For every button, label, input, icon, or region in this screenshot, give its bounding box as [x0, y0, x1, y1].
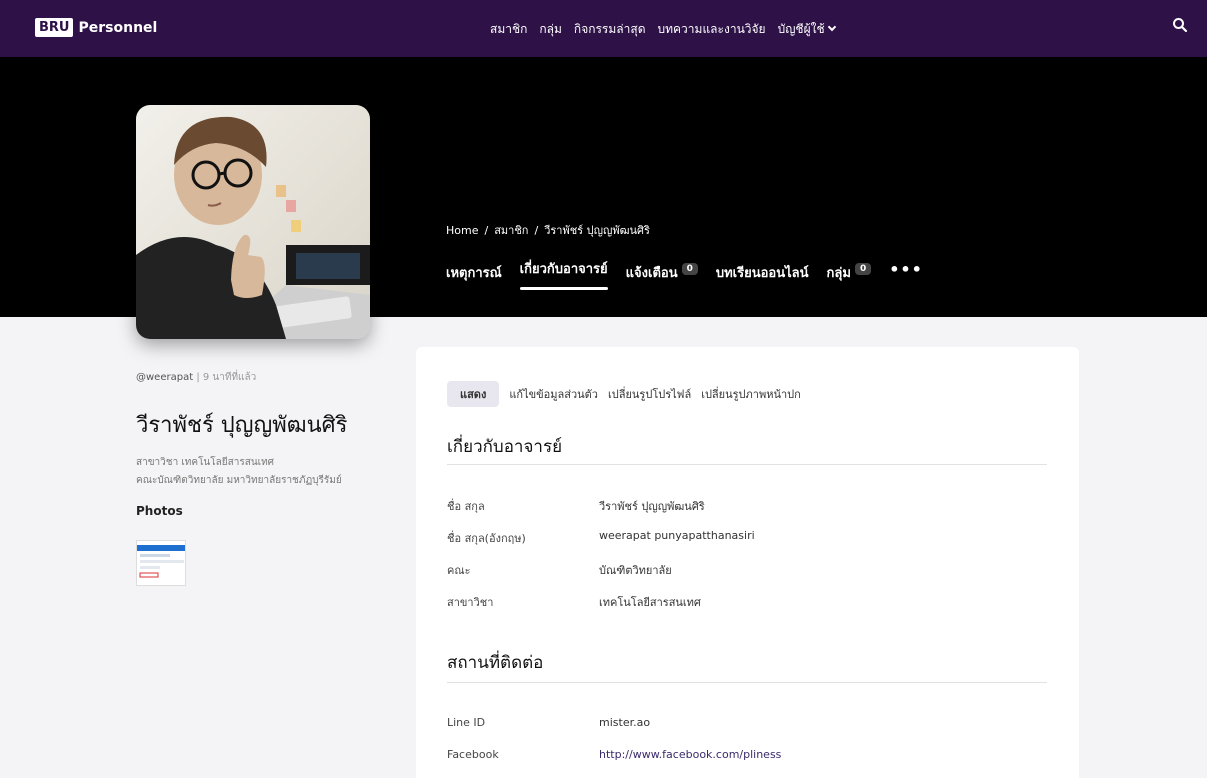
tab-groups[interactable]: กลุ่ม 0	[827, 262, 872, 283]
info-label: สาขาวิชา	[447, 596, 494, 609]
group-badge: 0	[854, 262, 872, 275]
tab-notifications[interactable]: แจ้งเตือน 0	[626, 262, 698, 283]
breadcrumb-separator: /	[484, 224, 489, 237]
brand-text: Personnel	[78, 19, 158, 36]
tab-label: บทเรียนออนไลน์	[715, 265, 809, 281]
photo-thumbnail-image	[137, 541, 185, 585]
breadcrumb-separator: /	[534, 224, 539, 237]
more-icon[interactable]: •••	[889, 260, 923, 279]
about-heading: เกี่ยวกับอาจารย์	[447, 437, 563, 457]
tab-events[interactable]: เหตุการณ์	[446, 262, 502, 283]
subtab-change-avatar[interactable]: เปลี่ยนรูปโปรไฟล์	[608, 385, 691, 403]
profile-name: วีราพัชร์ ปุญญพัฒนศิริ	[136, 413, 348, 438]
avatar-photo	[136, 105, 370, 339]
contact-heading: สถานที่ติดต่อ	[447, 653, 544, 673]
info-value: weerapat punyapatthanasiri	[599, 529, 755, 542]
username: @weerapat	[136, 372, 194, 383]
tab-label: เกี่ยวกับอาจารย์	[519, 262, 608, 277]
breadcrumb: Home / สมาชิก / วีราพัชร์ ปุญญพัฒนศิริ	[446, 221, 650, 239]
info-value: บัณฑิตวิทยาลัย	[599, 564, 672, 577]
photos-heading: Photos	[136, 504, 183, 518]
contact-label: Facebook	[447, 748, 499, 761]
breadcrumb-home[interactable]: Home	[446, 224, 478, 237]
main-nav: สมาชิก กลุ่ม กิจกรรมล่าสุด บทความและงานว…	[490, 20, 836, 39]
nav-account-label: บัญชีผู้ใช้	[777, 22, 825, 36]
about-subtabs: แสดง แก้ไขข้อมูลส่วนตัว เปลี่ยนรูปโปรไฟล…	[447, 381, 801, 407]
profile-major: สาขาวิชา เทคโนโลยีสารสนเทศ	[136, 457, 275, 468]
brand-box: BRU	[35, 18, 74, 37]
tab-label: แจ้งเตือน	[625, 265, 678, 281]
contact-row-facebook: Facebook http://www.facebook.com/pliness	[447, 748, 781, 761]
profile-tabs: เหตุการณ์ เกี่ยวกับอาจารย์ แจ้งเตือน 0 บท…	[446, 258, 923, 290]
subtab-view[interactable]: แสดง	[447, 381, 500, 407]
tab-about[interactable]: เกี่ยวกับอาจารย์	[519, 258, 608, 290]
nav-activity[interactable]: กิจกรรมล่าสุด	[574, 20, 646, 39]
contact-label: Line ID	[447, 716, 486, 729]
info-row-major: สาขาวิชา เทคโนโลยีสารสนเทศ	[447, 593, 701, 611]
last-active: 9 นาทีที่แล้ว	[202, 372, 257, 383]
info-row-name: ชื่อ สกุล วีราพัชร์ ปุญญพัฒนศิริ	[447, 497, 705, 515]
info-value: วีราพัชร์ ปุญญพัฒนศิริ	[599, 500, 705, 513]
tab-label: เหตุการณ์	[446, 265, 502, 281]
profile-sidebar: @weerapat | 9 นาทีที่แล้ว วีราพัชร์ ปุญญ…	[136, 370, 396, 586]
contact-value: mister.ao	[599, 716, 651, 729]
about-card: แสดง แก้ไขข้อมูลส่วนตัว เปลี่ยนรูปโปรไฟล…	[416, 347, 1079, 778]
profile-meta: @weerapat | 9 นาทีที่แล้ว	[136, 370, 396, 385]
info-row-faculty: คณะ บัณฑิตวิทยาลัย	[447, 561, 672, 579]
top-navbar: BRU Personnel สมาชิก กลุ่ม กิจกรรมล่าสุด…	[0, 0, 1207, 57]
subtab-change-cover[interactable]: เปลี่ยนรูปภาพหน้าปก	[701, 385, 801, 403]
subtab-edit-profile[interactable]: แก้ไขข้อมูลส่วนตัว	[509, 385, 598, 403]
contact-row-line: Line ID mister.ao	[447, 716, 650, 729]
photo-thumbnail[interactable]	[136, 540, 186, 586]
info-label: คณะ	[447, 564, 471, 577]
profile-faculty: คณะบัณฑิตวิทยาลัย มหาวิทยาลัยราชภัฏบุรีร…	[136, 475, 342, 486]
brand-logo[interactable]: BRU Personnel	[35, 18, 157, 37]
search-icon[interactable]	[1172, 17, 1188, 33]
tab-label: กลุ่ม	[826, 265, 851, 281]
breadcrumb-current: วีราพัชร์ ปุญญพัฒนศิริ	[544, 224, 650, 237]
notification-badge: 0	[681, 262, 698, 275]
breadcrumb-members[interactable]: สมาชิก	[494, 224, 528, 237]
divider	[447, 682, 1047, 683]
nav-account[interactable]: บัญชีผู้ใช้	[777, 20, 836, 39]
info-label: ชื่อ สกุล	[447, 500, 485, 513]
chevron-down-icon	[827, 22, 836, 32]
profile-department: สาขาวิชา เทคโนโลยีสารสนเทศ คณะบัณฑิตวิทย…	[136, 454, 396, 490]
info-value: เทคโนโลยีสารสนเทศ	[599, 596, 701, 609]
nav-members[interactable]: สมาชิก	[490, 20, 527, 39]
meta-separator: |	[196, 372, 200, 383]
divider	[447, 464, 1047, 465]
tab-online-lessons[interactable]: บทเรียนออนไลน์	[716, 262, 809, 283]
profile-avatar[interactable]	[136, 105, 370, 339]
info-label: ชื่อ สกุล(อังกฤษ)	[447, 532, 526, 545]
facebook-link[interactable]: http://www.facebook.com/pliness	[599, 748, 781, 761]
info-row-name-en: ชื่อ สกุล(อังกฤษ) weerapat punyapatthana…	[447, 529, 755, 547]
nav-articles[interactable]: บทความและงานวิจัย	[658, 20, 766, 39]
nav-groups[interactable]: กลุ่ม	[539, 20, 562, 39]
